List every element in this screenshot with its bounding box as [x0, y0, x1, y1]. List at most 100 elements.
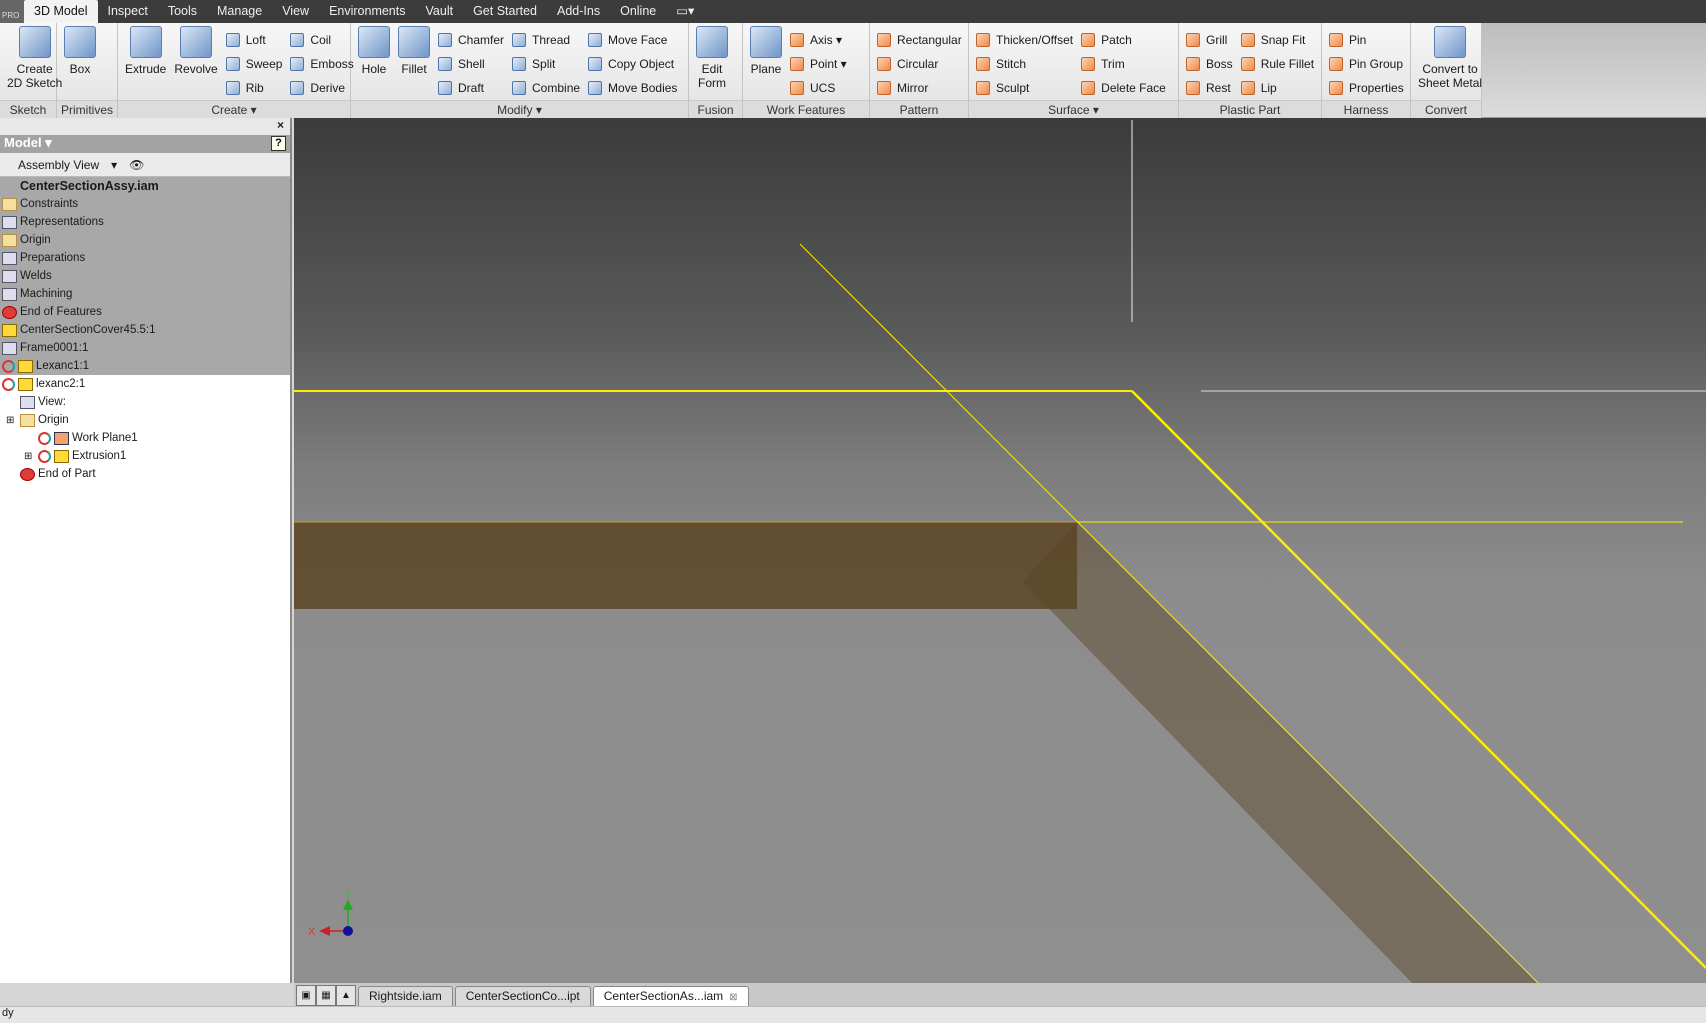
- tree-node[interactable]: Machining: [0, 285, 290, 303]
- combine-button[interactable]: Combine: [512, 76, 580, 100]
- chamfer-button[interactable]: Chamfer: [438, 28, 504, 52]
- extrude-button[interactable]: Extrude: [121, 26, 170, 100]
- expand-icon[interactable]: ⊞: [24, 451, 38, 462]
- tree-node[interactable]: Work Plane1: [0, 429, 290, 447]
- move-face-button[interactable]: Move Face: [588, 28, 677, 52]
- binoculars-icon[interactable]: 👁: [129, 158, 144, 172]
- panel-label[interactable]: Plastic Part: [1179, 100, 1321, 118]
- split-button[interactable]: Split: [512, 52, 580, 76]
- panel-label[interactable]: Create ▾: [118, 100, 350, 118]
- tab-environments[interactable]: Environments: [319, 0, 415, 23]
- document-tab[interactable]: CenterSectionAs...iam ⊠: [592, 986, 749, 1006]
- rib-button[interactable]: Rib: [225, 76, 283, 100]
- tree-node[interactable]: CenterSectionAssy.iam: [0, 177, 290, 195]
- circular-button[interactable]: Circular: [877, 52, 962, 76]
- close-tab-icon[interactable]: ⊠: [729, 992, 737, 1003]
- plane-button[interactable]: Plane: [746, 26, 786, 100]
- loft-button[interactable]: Loft: [225, 28, 283, 52]
- rest-button[interactable]: Rest: [1186, 76, 1233, 100]
- mirror-button[interactable]: Mirror: [877, 76, 962, 100]
- tab-3d-model[interactable]: 3D Model: [24, 0, 98, 23]
- tab-list-up-icon[interactable]: ▲: [336, 985, 356, 1006]
- ucs-button[interactable]: UCS: [790, 76, 847, 100]
- delete-face-button[interactable]: Delete Face: [1081, 76, 1166, 100]
- 3d-viewport[interactable]: Y X: [294, 118, 1706, 983]
- move-bodies-button[interactable]: Move Bodies: [588, 76, 677, 100]
- pin-group-button[interactable]: Pin Group: [1329, 52, 1404, 76]
- revolve-button[interactable]: Revolve: [170, 26, 221, 100]
- thicken-offset-button[interactable]: Thicken/Offset: [976, 28, 1073, 52]
- rule-fillet-button[interactable]: Rule Fillet: [1240, 52, 1314, 76]
- panel-label[interactable]: Primitives: [57, 100, 117, 118]
- tree-node[interactable]: Representations: [0, 213, 290, 231]
- emboss-button[interactable]: Emboss: [290, 52, 354, 76]
- tab-online[interactable]: Online: [610, 0, 666, 23]
- tree-node[interactable]: ⊞ Origin: [0, 411, 290, 429]
- tab-get-started[interactable]: Get Started: [463, 0, 547, 23]
- panel-label[interactable]: Surface ▾: [969, 100, 1178, 118]
- close-browser-button[interactable]: ×: [277, 118, 284, 132]
- panel-label[interactable]: Fusion: [689, 100, 742, 118]
- fillet-button[interactable]: Fillet: [394, 26, 434, 100]
- tab-inspect[interactable]: Inspect: [98, 0, 158, 23]
- box-button[interactable]: Box: [60, 26, 100, 100]
- tree-node[interactable]: End of Part: [0, 465, 290, 483]
- stitch-button[interactable]: Stitch: [976, 52, 1073, 76]
- point-button[interactable]: Point ▾: [790, 52, 847, 76]
- tree-node[interactable]: Preparations: [0, 249, 290, 267]
- document-tab[interactable]: Rightside.iam: [358, 986, 453, 1006]
- cascade-windows-icon[interactable]: ▣: [296, 985, 316, 1006]
- snap-fit-button[interactable]: Snap Fit: [1240, 28, 1314, 52]
- sculpt-button[interactable]: Sculpt: [976, 76, 1073, 100]
- thread-button[interactable]: Thread: [512, 28, 580, 52]
- expand-icon[interactable]: ⊞: [6, 415, 20, 426]
- rectangular-button[interactable]: Rectangular: [877, 28, 962, 52]
- properties-button[interactable]: Properties: [1329, 76, 1404, 100]
- sweep-button[interactable]: Sweep: [225, 52, 283, 76]
- trim-button[interactable]: Trim: [1081, 52, 1166, 76]
- panel-label[interactable]: Sketch: [0, 100, 56, 118]
- pin-button[interactable]: Pin: [1329, 28, 1404, 52]
- derive-button[interactable]: Derive: [290, 76, 353, 100]
- tab-view[interactable]: View: [272, 0, 319, 23]
- tree-node[interactable]: CenterSectionCover45.5:1: [0, 321, 290, 339]
- convert-to-sheet-metal-button[interactable]: Convert to Sheet Metal: [1414, 26, 1486, 100]
- patch-button[interactable]: Patch: [1081, 28, 1166, 52]
- hole-button[interactable]: Hole: [354, 26, 394, 100]
- tree-node[interactable]: Lexanc1:1: [0, 357, 290, 375]
- grill-button[interactable]: Grill: [1186, 28, 1233, 52]
- boss-button[interactable]: Boss: [1186, 52, 1233, 76]
- tile-windows-icon[interactable]: ▦: [316, 985, 336, 1006]
- tree-node[interactable]: Origin: [0, 231, 290, 249]
- document-tab[interactable]: CenterSectionCo...ipt: [454, 986, 591, 1006]
- tab-add-ins[interactable]: Add-Ins: [547, 0, 610, 23]
- panel-label[interactable]: Work Features: [743, 100, 869, 118]
- sweep-label: Sweep: [245, 57, 283, 71]
- draft-button[interactable]: Draft: [438, 76, 504, 100]
- tree-node[interactable]: Constraints: [0, 195, 290, 213]
- tree-node[interactable]: lexanc2:1: [0, 375, 290, 393]
- panel-label[interactable]: Harness: [1322, 100, 1410, 118]
- browser-title-dropdown[interactable]: Model ▾: [4, 135, 52, 153]
- assembly-view-selector[interactable]: Assembly View: [18, 158, 99, 172]
- coil-button[interactable]: Coil: [290, 28, 353, 52]
- axis-button[interactable]: Axis ▾: [790, 28, 847, 52]
- panel-label[interactable]: Convert: [1411, 100, 1481, 118]
- quick-access-icon[interactable]: ▭▾: [666, 0, 704, 23]
- copy-object-button[interactable]: Copy Object: [588, 52, 677, 76]
- shell-button[interactable]: Shell: [438, 52, 504, 76]
- tab-manage[interactable]: Manage: [207, 0, 272, 23]
- lip-button[interactable]: Lip: [1240, 76, 1314, 100]
- tree-node[interactable]: End of Features: [0, 303, 290, 321]
- tree-node[interactable]: View:: [0, 393, 290, 411]
- help-icon[interactable]: ?: [271, 136, 286, 151]
- edit-form-button[interactable]: Edit Form: [692, 26, 732, 100]
- panel-label[interactable]: Pattern: [870, 100, 968, 118]
- tree-node[interactable]: ⊞ Extrusion1: [0, 447, 290, 465]
- panel-label[interactable]: Modify ▾: [351, 100, 688, 118]
- tree-node[interactable]: Frame0001:1: [0, 339, 290, 357]
- tab-tools[interactable]: Tools: [158, 0, 207, 23]
- tab-vault[interactable]: Vault: [416, 0, 464, 23]
- view-dropdown-arrow[interactable]: ▾: [111, 158, 117, 172]
- tree-node[interactable]: Welds: [0, 267, 290, 285]
